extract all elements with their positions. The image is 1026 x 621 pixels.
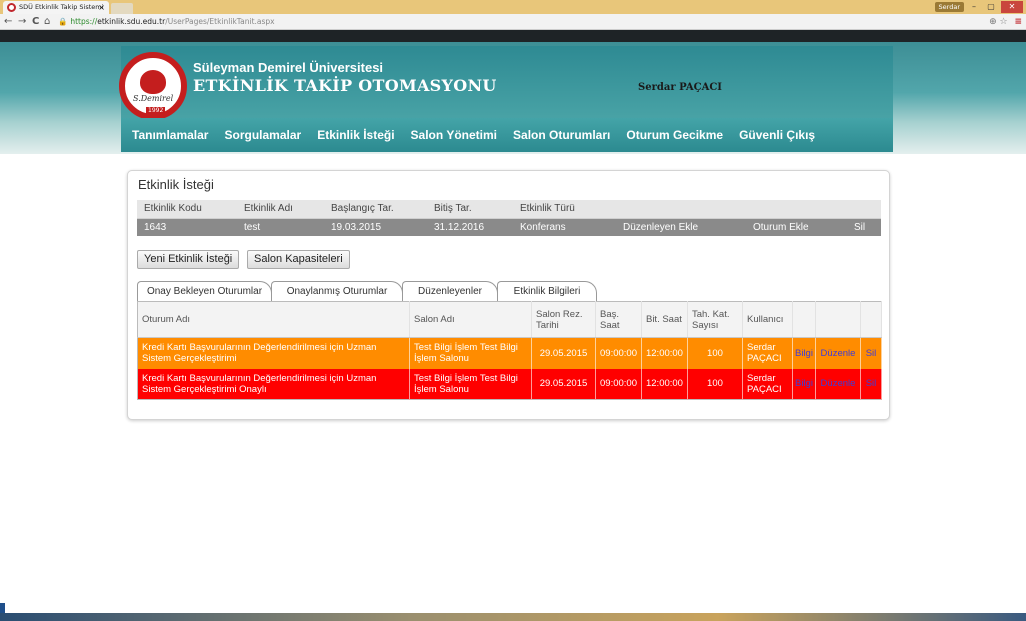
- column-header: Etkinlik Kodu: [137, 200, 237, 219]
- event-start-date: 19.03.2015: [324, 218, 427, 236]
- address-bar: ← → C ⌂ 🔒 https://etkinlik.sdu.edu.tr/Use…: [0, 14, 1026, 30]
- column-header: Salon Rez. Tarihi: [531, 301, 596, 338]
- profile-button[interactable]: Serdar: [934, 2, 964, 12]
- back-icon[interactable]: ←: [4, 15, 12, 29]
- tab-title: SDÜ Etkinlik Takip Sistemi: [19, 3, 104, 11]
- event-grid-header: Etkinlik Kodu Etkinlik Adı Başlangıç Tar…: [137, 200, 881, 219]
- window-titlebar: SDÜ Etkinlik Takip Sistemi × Serdar – ▢ …: [0, 0, 1026, 14]
- new-event-request-button[interactable]: Yeni Etkinlik İsteği: [137, 250, 240, 269]
- event-grid: Etkinlik Kodu Etkinlik Adı Başlangıç Tar…: [137, 200, 881, 236]
- reservation-date: 29.05.2015: [531, 368, 596, 400]
- start-time: 09:00:00: [595, 337, 642, 369]
- session-user: Serdar PAÇACI: [742, 337, 793, 369]
- maximize-icon[interactable]: ▢: [983, 1, 999, 13]
- hall-capacities-button[interactable]: Salon Kapasiteleri: [247, 250, 350, 269]
- panel-title: Etkinlik İsteği: [138, 177, 214, 192]
- sessions-grid: Oturum Adı Salon Adı Salon Rez. Tarihi B…: [137, 301, 883, 400]
- browser-tab[interactable]: SDÜ Etkinlik Takip Sistemi ×: [3, 1, 109, 14]
- edit-link[interactable]: Düzenle: [815, 337, 861, 369]
- window-close-icon[interactable]: ✕: [1001, 1, 1023, 13]
- tab-approved-sessions[interactable]: Onaylanmış Oturumlar: [271, 281, 403, 301]
- end-time: 12:00:00: [641, 368, 688, 400]
- info-link[interactable]: Bilgi: [792, 368, 816, 400]
- column-header: [792, 301, 816, 338]
- minimize-icon[interactable]: –: [966, 1, 982, 13]
- hall-name: Test Bilgi İşlem Test Bilgi İşlem Salonu: [409, 337, 532, 369]
- home-icon[interactable]: ⌂: [44, 15, 50, 29]
- start-time: 09:00:00: [595, 368, 642, 400]
- column-header: [815, 301, 861, 338]
- university-logo: S.Demirel 1992: [119, 52, 187, 120]
- add-organizer-link[interactable]: Düzenleyen Ekle: [599, 218, 734, 236]
- column-header: Oturum Adı: [137, 301, 410, 338]
- session-name: Kredi Kartı Başvurularının Değerlendiril…: [137, 337, 410, 369]
- university-name: Süleyman Demirel Üniversitesi: [193, 60, 384, 75]
- end-time: 12:00:00: [641, 337, 688, 369]
- taskbar[interactable]: [0, 613, 1026, 621]
- add-session-link[interactable]: Oturum Ekle: [734, 218, 834, 236]
- column-header: [834, 200, 881, 219]
- delete-event-link[interactable]: Sil: [834, 218, 881, 236]
- zoom-icon[interactable]: ⊕: [989, 17, 997, 27]
- system-name: ETKİNLİK TAKİP OTOMASYONU: [193, 76, 497, 95]
- menu-guvenli-cikis[interactable]: Güvenli Çıkış: [739, 128, 815, 142]
- logged-in-user: Serdar PAÇACI: [638, 82, 722, 93]
- event-request-panel: Etkinlik İsteği Etkinlik Kodu Etkinlik A…: [127, 170, 890, 420]
- menu-etkinlik-istegi[interactable]: Etkinlik İsteği: [317, 128, 394, 142]
- column-header: Bit. Saat: [641, 301, 688, 338]
- event-code: 1643: [137, 218, 237, 236]
- edit-link[interactable]: Düzenle: [815, 368, 861, 400]
- column-header: [734, 200, 834, 219]
- forward-icon[interactable]: →: [18, 15, 26, 29]
- table-row[interactable]: Kredi Kartı Başvurularının Değerlendiril…: [137, 368, 883, 400]
- column-header: Etkinlik Adı: [237, 200, 324, 219]
- tab-pending-sessions[interactable]: Onay Bekleyen Oturumlar: [137, 281, 272, 301]
- main-menu: Tanımlamalar Sorgulamalar Etkinlik İsteğ…: [121, 118, 893, 152]
- capacity: 100: [687, 337, 743, 369]
- column-header: Baş. Saat: [595, 301, 642, 338]
- menu-sorgulamalar[interactable]: Sorgulamalar: [224, 128, 301, 142]
- menu-oturum-gecikme[interactable]: Oturum Gecikme: [626, 128, 723, 142]
- column-header: [599, 200, 734, 219]
- delete-link[interactable]: Sil: [860, 337, 883, 369]
- sessions-grid-header: Oturum Adı Salon Adı Salon Rez. Tarihi B…: [137, 301, 883, 338]
- rose-icon: [140, 70, 166, 94]
- browser-menu-icon[interactable]: ≡: [1014, 17, 1022, 27]
- tab-organizers[interactable]: Düzenleyenler: [402, 281, 498, 301]
- hall-name: Test Bilgi İşlem Test Bilgi İşlem Salonu: [409, 368, 532, 400]
- reservation-date: 29.05.2015: [531, 337, 596, 369]
- menu-salon-oturumlari[interactable]: Salon Oturumları: [513, 128, 610, 142]
- session-user: Serdar PAÇACI: [742, 368, 793, 400]
- menu-tanimlamalar[interactable]: Tanımlamalar: [132, 128, 208, 142]
- header-top-strip: [0, 30, 1026, 42]
- column-header: [860, 301, 883, 338]
- event-name: test: [237, 218, 324, 236]
- session-name: Kredi Kartı Başvurularının Değerlendiril…: [137, 368, 410, 400]
- logo-year: 1992: [146, 107, 166, 114]
- table-row[interactable]: Kredi Kartı Başvurularının Değerlendiril…: [137, 337, 883, 369]
- column-header: Tah. Kat. Sayısı: [687, 301, 743, 338]
- capacity: 100: [687, 368, 743, 400]
- new-tab-button[interactable]: [111, 3, 133, 14]
- url-field[interactable]: 🔒 https://etkinlik.sdu.edu.tr/UserPages/E…: [58, 16, 275, 28]
- menu-salon-yonetimi[interactable]: Salon Yönetimi: [411, 128, 497, 142]
- column-header: Etkinlik Türü: [513, 200, 599, 219]
- event-end-date: 31.12.2016: [427, 218, 513, 236]
- close-tab-icon[interactable]: ×: [98, 1, 105, 14]
- tab-event-info[interactable]: Etkinlik Bilgileri: [497, 281, 597, 301]
- desktop-edge: [0, 603, 5, 613]
- bookmark-star-icon[interactable]: ☆: [1000, 17, 1008, 27]
- table-row[interactable]: 1643 test 19.03.2015 31.12.2016 Konferan…: [137, 218, 881, 236]
- column-header: Başlangıç Tar.: [324, 200, 427, 219]
- delete-link[interactable]: Sil: [860, 368, 883, 400]
- reload-icon[interactable]: C: [32, 15, 39, 29]
- event-type: Konferans: [513, 218, 599, 236]
- logo-signature: S.Demirel: [133, 94, 174, 103]
- lock-icon: 🔒: [58, 17, 68, 26]
- column-header: Kullanıcı: [742, 301, 793, 338]
- favicon-icon: [7, 3, 16, 12]
- column-header: Salon Adı: [409, 301, 532, 338]
- info-link[interactable]: Bilgi: [792, 337, 816, 369]
- column-header: Bitiş Tar.: [427, 200, 513, 219]
